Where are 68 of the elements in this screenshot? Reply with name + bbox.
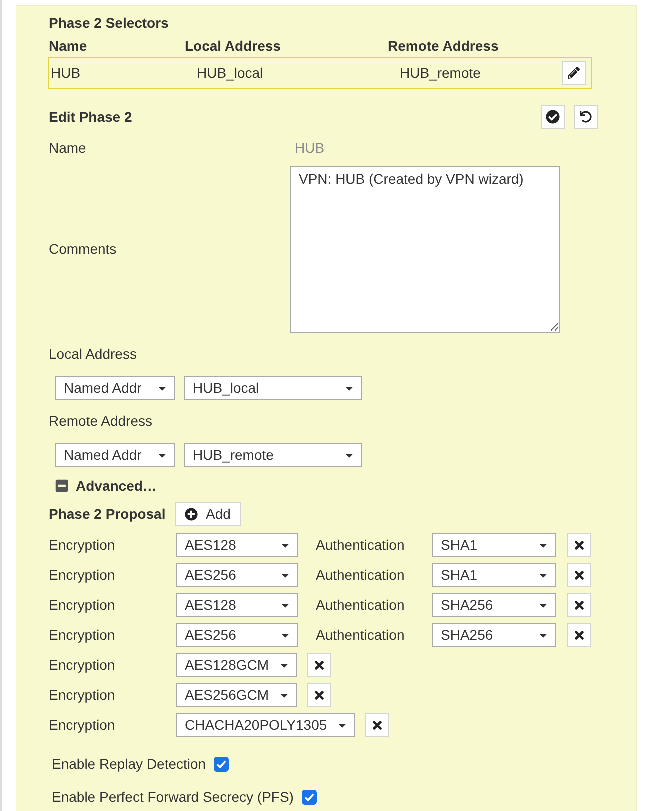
encryption-select[interactable]: AES128 xyxy=(176,533,298,557)
column-header: Name xyxy=(49,37,88,55)
authentication-select[interactable]: SHA256 xyxy=(432,593,556,617)
field-label: Encryption xyxy=(49,566,116,585)
column-header: Local Address xyxy=(185,37,282,55)
address-type-select[interactable]: Named Addr xyxy=(55,443,175,467)
pencil-icon xyxy=(568,67,580,79)
address-select[interactable]: HUB_local xyxy=(184,376,362,400)
field-label: Encryption xyxy=(49,686,116,705)
address-type-select[interactable]: Named Addr xyxy=(55,376,175,400)
delete-button[interactable] xyxy=(567,563,591,587)
encryption-select[interactable]: AES256 xyxy=(176,623,298,647)
authentication-select[interactable]: SHA1 xyxy=(432,533,556,557)
table-cell-text: HUB xyxy=(50,64,82,82)
encryption-select[interactable]: CHACHA20POLY1305 xyxy=(176,713,356,737)
apply-button[interactable] xyxy=(541,105,565,129)
field-label: Remote Address xyxy=(49,412,154,430)
encryption-select[interactable]: AES256GCM xyxy=(176,683,298,707)
section-title: Phase 2 Selectors xyxy=(49,14,170,32)
add-button[interactable]: Add xyxy=(175,502,241,526)
section-title: Phase 2 Proposal xyxy=(49,504,167,524)
authentication-select[interactable]: SHA256 xyxy=(432,623,556,647)
field-label: Encryption xyxy=(49,536,116,555)
field-label: Name xyxy=(49,138,88,158)
checkbox[interactable] xyxy=(214,756,230,772)
checkbox[interactable] xyxy=(302,790,317,804)
delete-button[interactable] xyxy=(567,533,591,557)
field-label: Authentication xyxy=(316,566,406,584)
name-value: HUB xyxy=(294,138,325,158)
close-icon xyxy=(572,538,586,552)
field-label: Encryption xyxy=(49,656,116,675)
encryption-select[interactable]: AES128 xyxy=(176,593,298,617)
selector-row[interactable]: HUB HUB_local HUB_remote xyxy=(48,57,592,89)
address-select[interactable]: HUB_remote xyxy=(184,443,362,467)
delete-button[interactable] xyxy=(567,623,591,647)
undo-button[interactable] xyxy=(574,105,598,129)
encryption-select[interactable]: AES128GCM xyxy=(176,653,298,677)
close-icon xyxy=(312,658,326,672)
option-label: Enable Replay Detection xyxy=(52,754,206,774)
delete-button[interactable] xyxy=(307,653,332,677)
encryption-select[interactable]: AES256 xyxy=(176,563,298,587)
field-label: Authentication xyxy=(316,626,406,644)
authentication-select[interactable]: SHA1 xyxy=(432,563,556,587)
field-label: Encryption xyxy=(49,626,116,645)
close-icon xyxy=(370,718,384,732)
close-icon xyxy=(312,688,326,702)
field-label: Comments xyxy=(49,240,118,259)
field-label: Authentication xyxy=(316,536,406,554)
delete-button[interactable] xyxy=(567,593,591,617)
close-icon xyxy=(572,568,586,582)
edit-button[interactable] xyxy=(562,61,586,85)
table-cell-text: HUB_remote xyxy=(400,64,482,83)
comments-field[interactable]: VPN: HUB (Created by VPN wizard) xyxy=(290,166,560,333)
table-cell-text: HUB_local xyxy=(197,64,264,83)
field-label: Encryption xyxy=(49,596,116,615)
collapse-icon[interactable] xyxy=(55,479,69,493)
advanced-toggle[interactable]: Advanced… xyxy=(76,476,157,496)
undo-icon xyxy=(580,111,592,123)
close-icon xyxy=(572,628,586,642)
option-label: Enable Perfect Forward Secrecy (PFS) xyxy=(52,788,294,807)
column-header: Remote Address xyxy=(388,37,499,55)
field-label: Encryption xyxy=(49,716,116,735)
delete-button[interactable] xyxy=(307,683,332,707)
section-title: Edit Phase 2 xyxy=(49,108,132,126)
close-icon xyxy=(572,598,586,612)
field-label: Authentication xyxy=(316,596,406,614)
field-label: Local Address xyxy=(49,345,138,363)
delete-button[interactable] xyxy=(365,713,390,737)
